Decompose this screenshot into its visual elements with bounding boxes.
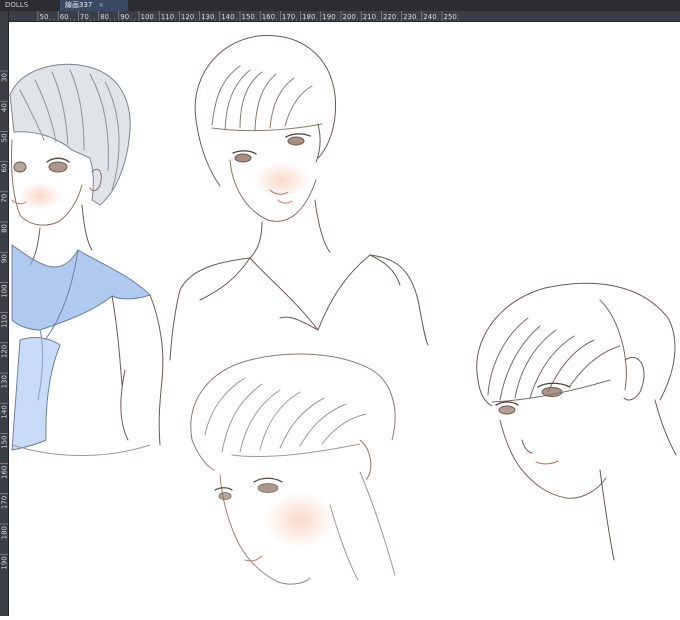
ruler-label: 180 (1, 526, 9, 539)
ruler-label: 70 (1, 194, 9, 203)
scarf (11, 337, 61, 451)
ruler-label: 160 (262, 13, 275, 21)
eye-right (13, 161, 27, 173)
hair-bangs (211, 65, 323, 132)
ruler-label: 50 (40, 13, 49, 21)
figure-head-right (476, 282, 677, 561)
document-tab-bar: DOLLS 線画337 × (0, 0, 680, 11)
ruler-label: 140 (221, 13, 234, 21)
figure-boy-blue-sailor (9, 63, 164, 456)
eye-right (287, 136, 305, 146)
eye-left (498, 405, 516, 415)
ruler-label: 90 (1, 254, 9, 263)
ruler-label: 130 (1, 375, 9, 388)
close-icon[interactable]: × (98, 1, 104, 9)
hair-outline (194, 35, 337, 187)
canvas-artwork (9, 35, 677, 585)
ruler-label: 150 (1, 435, 9, 448)
horizontal-ruler: 50 60 70 80 90 100 110 120 130 140 150 160 170 180 190… (8, 11, 680, 22)
face-outline (11, 139, 83, 226)
tab-dolls[interactable]: DOLLS (0, 0, 58, 11)
ruler-label: 50 (1, 133, 9, 142)
ruler-label: 210 (363, 13, 376, 21)
ruler-label: 160 (1, 466, 9, 479)
ruler-label: 60 (1, 164, 9, 173)
ruler-label: 40 (1, 103, 9, 112)
eye-left (234, 153, 252, 163)
ruler-label: 80 (1, 224, 9, 233)
eye-right (541, 387, 563, 397)
tab-sketch-337[interactable]: 線画337 × (60, 0, 128, 11)
ruler-label: 240 (423, 13, 436, 21)
ruler-label: 150 (242, 13, 255, 21)
sailor-collar (11, 244, 151, 331)
ruler-label: 80 (100, 13, 109, 21)
hair-outline (190, 353, 396, 471)
ruler-label: 70 (80, 13, 89, 21)
ruler-label: 180 (302, 13, 315, 21)
ruler-label: 130 (201, 13, 214, 21)
ruler-label: 200 (343, 13, 356, 21)
sailor-collar (179, 254, 419, 332)
ruler-label: 170 (282, 13, 295, 21)
hair-strands (204, 377, 367, 458)
ruler-label: 30 (1, 73, 9, 82)
tab-label: DOLLS (5, 1, 29, 9)
ruler-label: 120 (1, 345, 9, 358)
ruler-label: 220 (383, 13, 396, 21)
ruler-label: 140 (1, 405, 9, 418)
ruler-label: 110 (161, 13, 174, 21)
ruler-label: 190 (1, 556, 9, 569)
hair-strands (487, 299, 627, 403)
ruler-label: 100 (141, 13, 154, 21)
hair-outline (476, 282, 676, 407)
tab-label: 線画337 (65, 1, 93, 9)
ruler-label: 90 (120, 13, 129, 21)
ruler-label: 60 (60, 13, 69, 21)
eye-right (257, 483, 279, 493)
figure-head-bottom-center (190, 353, 396, 585)
ruler-label: 110 (1, 315, 9, 328)
hair-shape (9, 63, 131, 206)
ruler-label: 120 (181, 13, 194, 21)
ruler-label: 100 (1, 284, 9, 297)
ruler-label: 230 (403, 13, 416, 21)
ruler-label: 250 (444, 13, 457, 21)
eye-left (218, 492, 232, 500)
ruler-label: 190 (322, 13, 335, 21)
face-outline (499, 419, 607, 499)
drawing-canvas[interactable] (9, 22, 680, 616)
figure-girl-bob-sailor (169, 35, 429, 361)
eye-left (48, 161, 68, 173)
ruler-label: 170 (1, 496, 9, 509)
vertical-ruler: 30 40 50 60 70 80 90 100 110 120 130 140 150 160 170 18… (0, 11, 9, 616)
